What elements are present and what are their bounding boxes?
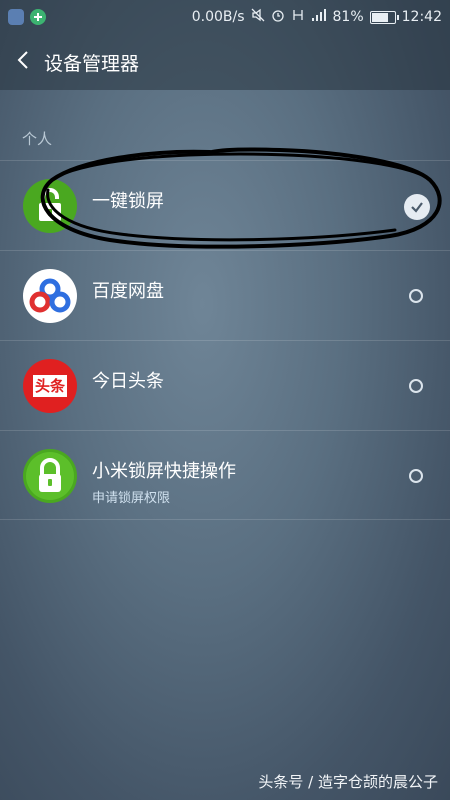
- app-name: 一键锁屏: [92, 191, 164, 212]
- app-name: 百度网盘: [92, 281, 164, 302]
- watermark: 头条号 / 造字仓颉的晨公子: [258, 773, 438, 791]
- battery-icon: [369, 10, 399, 24]
- list-item[interactable]: 一键锁屏: [0, 160, 450, 250]
- app-name: 小米锁屏快捷操作: [92, 461, 236, 482]
- page-title: 设备管理器: [44, 52, 140, 75]
- green-lock-icon: [23, 179, 77, 233]
- app-notification-icon: [30, 9, 46, 25]
- back-arrow-icon[interactable]: [16, 49, 38, 76]
- battery-percent: 81%: [332, 9, 364, 25]
- title-bar: 设备管理器: [0, 34, 450, 90]
- unchecked-radio-icon[interactable]: [409, 289, 423, 303]
- network-speed: 0.00B/s: [191, 9, 245, 25]
- toutiao-icon-text: 头条: [32, 375, 67, 397]
- gallery-notification-icon: [8, 9, 24, 25]
- unchecked-radio-icon[interactable]: [409, 469, 423, 483]
- baidu-cloud-icon: [23, 269, 77, 323]
- clock: 12:42: [401, 9, 442, 25]
- list-item[interactable]: 百度网盘: [0, 250, 450, 340]
- list-item[interactable]: 头条 今日头条: [0, 340, 450, 430]
- app-subtitle: 申请锁屏权限: [92, 491, 171, 506]
- alarm-icon: [271, 8, 285, 26]
- toutiao-icon: 头条: [23, 359, 77, 413]
- green-lock-icon: [23, 449, 77, 503]
- device-admin-list: 一键锁屏 百度网盘 头条 今日头条 小米锁屏快捷操作 申请锁屏权限: [0, 160, 450, 520]
- hd-signal-icon: [291, 8, 305, 26]
- status-bar: 0.00B/s 81% 12:42: [0, 0, 450, 34]
- unchecked-radio-icon[interactable]: [409, 379, 423, 393]
- list-item[interactable]: 小米锁屏快捷操作 申请锁屏权限: [0, 430, 450, 520]
- section-header: 个人: [22, 130, 53, 148]
- checked-icon[interactable]: [404, 194, 430, 220]
- cell-signal-icon: [311, 8, 327, 26]
- app-name: 今日头条: [92, 371, 164, 392]
- mute-icon: [251, 8, 265, 26]
